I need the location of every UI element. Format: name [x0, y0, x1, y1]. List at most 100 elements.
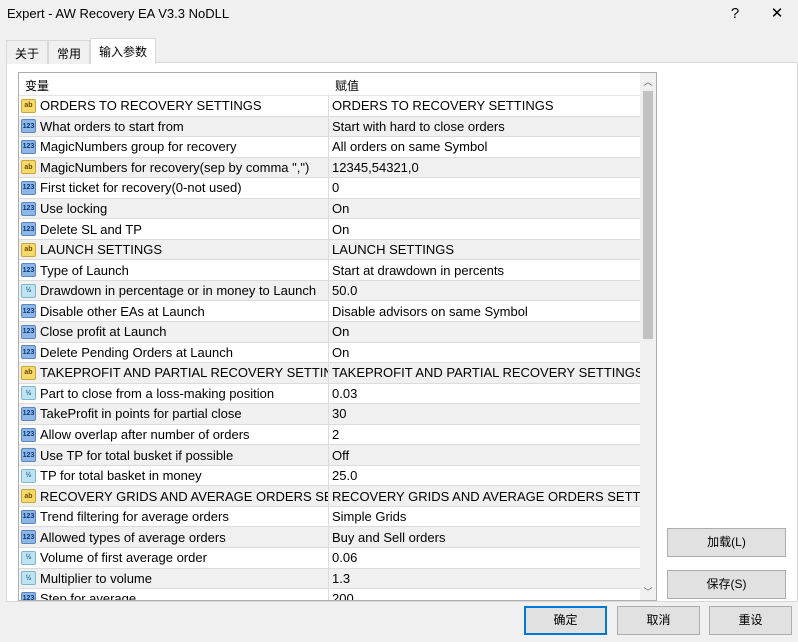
column-header-value[interactable]: 赋值: [329, 73, 365, 95]
parameter-value[interactable]: RECOVERY GRIDS AND AVERAGE ORDERS SETTIN…: [329, 486, 641, 506]
vertical-scrollbar[interactable]: ︿ ﹀: [640, 73, 656, 600]
parameter-row[interactable]: ½ Part to close from a loss-making positi…: [19, 383, 641, 405]
parameter-row[interactable]: 123 Allowed types of average orders Buy an…: [19, 527, 641, 549]
parameter-value[interactable]: 0.06: [329, 548, 641, 568]
parameter-name-cell: ab RECOVERY GRIDS AND AVERAGE ORDERS SETT…: [19, 486, 329, 506]
grid-header: 变量 赋值: [19, 73, 656, 96]
parameter-row[interactable]: 123 First ticket for recovery(0-not used)…: [19, 178, 641, 199]
parameter-row[interactable]: ab TAKEPROFIT AND PARTIAL RECOVERY SETTIN…: [19, 363, 641, 384]
parameter-value[interactable]: 1.3: [329, 569, 641, 589]
parameter-name-cell: 123 Step for average: [19, 589, 329, 600]
parameter-row[interactable]: 123 What orders to start from Start with h…: [19, 116, 641, 138]
parameter-value[interactable]: Start at drawdown in percents: [329, 260, 641, 280]
parameter-row[interactable]: 123 Type of Launch Start at drawdown in pe…: [19, 260, 641, 281]
integer-type-icon: 123: [21, 530, 36, 545]
parameter-row[interactable]: ab ORDERS TO RECOVERY SETTINGS ORDERS TO R…: [19, 96, 641, 117]
string-type-icon: ab: [21, 365, 36, 380]
parameter-value[interactable]: 50.0: [329, 281, 641, 301]
save-button[interactable]: 保存(S): [667, 570, 786, 599]
parameter-name-cell: 123 First ticket for recovery(0-not used): [19, 178, 329, 198]
tab-about[interactable]: 关于: [6, 40, 49, 64]
scroll-down-icon[interactable]: ﹀: [640, 585, 656, 598]
parameter-row[interactable]: 123 MagicNumbers group for recovery All or…: [19, 137, 641, 158]
parameter-name-cell: ab LAUNCH SETTINGS: [19, 239, 329, 260]
parameter-value[interactable]: ORDERS TO RECOVERY SETTINGS: [329, 96, 641, 116]
parameter-row[interactable]: ½ Volume of first average order 0.06: [19, 548, 641, 569]
integer-type-icon: 123: [21, 406, 36, 421]
parameter-name-cell: ½ Drawdown in percentage or in money to L…: [19, 280, 329, 301]
parameter-name-cell: 123 Delete SL and TP: [19, 219, 329, 239]
parameter-value[interactable]: On: [329, 322, 641, 342]
double-type-icon: ½: [21, 571, 36, 586]
parameter-row[interactable]: 123 Trend filtering for average orders Sim…: [19, 506, 641, 528]
column-header-variable[interactable]: 变量: [19, 73, 329, 95]
parameter-value[interactable]: 30: [329, 404, 641, 424]
parameter-row[interactable]: 123 Close profit at Launch On: [19, 322, 641, 343]
parameter-value[interactable]: Start with hard to close orders: [329, 117, 641, 137]
parameter-value[interactable]: LAUNCH SETTINGS: [329, 240, 641, 260]
parameter-row[interactable]: ½ TP for total basket in money 25.0: [19, 465, 641, 487]
parameter-value[interactable]: Simple Grids: [329, 507, 641, 527]
parameter-name-cell: 123 Delete Pending Orders at Launch: [19, 342, 329, 363]
parameter-row[interactable]: ab RECOVERY GRIDS AND AVERAGE ORDERS SETT…: [19, 486, 641, 507]
parameter-row[interactable]: 123 Allow overlap after number of orders 2: [19, 424, 641, 446]
parameter-row[interactable]: ab LAUNCH SETTINGS LAUNCH SETTINGS: [19, 239, 641, 261]
parameter-value[interactable]: 12345,54321,0: [329, 158, 641, 178]
integer-type-icon: 123: [21, 448, 36, 463]
parameter-name: Allow overlap after number of orders: [40, 427, 250, 443]
tab-inputs[interactable]: 输入参数: [90, 38, 157, 64]
parameter-name: TakeProfit in points for partial close: [40, 406, 242, 422]
parameter-value[interactable]: On: [329, 219, 641, 239]
double-type-icon: ½: [21, 283, 36, 298]
parameter-name: Drawdown in percentage or in money to La…: [40, 283, 317, 299]
parameter-row[interactable]: 123 TakeProfit in points for partial clos…: [19, 404, 641, 425]
parameter-value[interactable]: 2: [329, 425, 641, 445]
close-button[interactable]: ✕: [762, 3, 792, 25]
parameter-value[interactable]: 0: [329, 178, 641, 198]
parameter-name-cell: 123 TakeProfit in points for partial clos…: [19, 404, 329, 424]
load-button[interactable]: 加载(L): [667, 528, 786, 557]
parameter-name: Trend filtering for average orders: [40, 509, 229, 525]
parameter-name: Close profit at Launch: [40, 324, 167, 340]
cancel-button[interactable]: 取消: [617, 606, 700, 635]
parameter-name: Use locking: [40, 201, 108, 216]
parameter-value[interactable]: TAKEPROFIT AND PARTIAL RECOVERY SETTINGS: [329, 363, 641, 383]
parameter-value[interactable]: 0.03: [329, 384, 641, 404]
parameter-value[interactable]: All orders on same Symbol: [329, 137, 641, 157]
parameter-name: Disable other EAs at Launch: [40, 303, 205, 319]
parameter-value[interactable]: Off: [329, 445, 641, 465]
parameter-row[interactable]: ½ Drawdown in percentage or in money to L…: [19, 280, 641, 302]
parameter-row[interactable]: 123 Delete SL and TP On: [19, 219, 641, 240]
integer-type-icon: 123: [21, 304, 36, 319]
window-title: Expert - AW Recovery EA V3.3 NoDLL: [7, 6, 230, 21]
help-button[interactable]: ?: [720, 3, 750, 25]
parameter-row[interactable]: 123 Use locking On: [19, 198, 641, 220]
ok-button[interactable]: 确定: [524, 606, 607, 635]
parameter-name: Delete Pending Orders at Launch: [40, 344, 233, 360]
parameter-name: Allowed types of average orders: [40, 529, 226, 545]
scrollbar-thumb[interactable]: [643, 91, 653, 339]
tab-bar: 关于 常用 输入参数: [6, 38, 157, 64]
integer-type-icon: 123: [21, 509, 36, 524]
parameter-name-cell: ½ Part to close from a loss-making positi…: [19, 383, 329, 404]
parameter-value[interactable]: Disable advisors on same Symbol: [329, 301, 641, 321]
parameter-row[interactable]: 123 Disable other EAs at Launch Disable ad…: [19, 301, 641, 323]
parameter-row[interactable]: 123 Use TP for total busket if possible Of…: [19, 445, 641, 466]
parameter-value[interactable]: Buy and Sell orders: [329, 527, 641, 547]
parameter-value[interactable]: On: [329, 343, 641, 363]
parameter-name: Use TP for total busket if possible: [40, 447, 234, 463]
parameter-row[interactable]: ab MagicNumbers for recovery(sep by comma…: [19, 157, 641, 179]
parameter-value[interactable]: 200: [329, 589, 641, 600]
scroll-up-icon[interactable]: ︿: [640, 75, 656, 88]
integer-type-icon: 123: [21, 139, 36, 154]
parameter-row[interactable]: 123 Delete Pending Orders at Launch On: [19, 342, 641, 364]
reset-button[interactable]: 重设: [709, 606, 792, 635]
parameter-row[interactable]: ½ Multiplier to volume 1.3: [19, 568, 641, 590]
tab-common[interactable]: 常用: [48, 40, 91, 64]
parameter-name-cell: 123 Disable other EAs at Launch: [19, 301, 329, 322]
parameter-value[interactable]: 25.0: [329, 466, 641, 486]
parameter-name-cell: 123 Use locking: [19, 198, 329, 219]
parameter-value[interactable]: On: [329, 199, 641, 219]
parameter-name-cell: 123 Type of Launch: [19, 260, 329, 280]
parameter-row[interactable]: 123 Step for average 200: [19, 589, 641, 600]
